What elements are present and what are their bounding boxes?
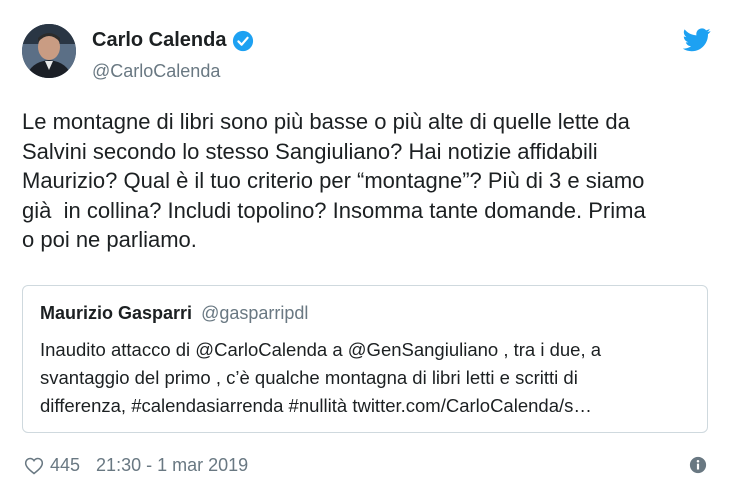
quoted-tweet[interactable]: Maurizio Gasparri @gasparripdl Inaudito …	[22, 285, 708, 433]
author-handle[interactable]: @CarloCalenda	[92, 61, 220, 82]
quoted-tweet-text: Inaudito attacco di @CarloCalenda a @Gen…	[40, 339, 602, 416]
avatar-photo	[22, 24, 76, 78]
tweet-text: Le montagne di libri sono più basse o pi…	[22, 109, 646, 253]
verified-badge-icon	[233, 30, 254, 51]
quoted-tweet-header: Maurizio Gasparri @gasparripdl	[40, 303, 308, 324]
twitter-bird-icon[interactable]	[683, 28, 711, 52]
quoted-author-handle: @gasparripdl	[201, 303, 309, 323]
author-name-row: Carlo Calenda	[92, 29, 254, 52]
like-count[interactable]: 445	[50, 455, 80, 476]
info-icon[interactable]	[689, 456, 707, 474]
timestamp[interactable]: 21:30 - 1 mar 2019	[96, 455, 248, 476]
heart-icon[interactable]	[24, 456, 44, 476]
tweet-footer: 445 21:30 - 1 mar 2019	[24, 455, 248, 476]
author-name[interactable]: Carlo Calenda	[92, 29, 226, 52]
avatar[interactable]	[22, 24, 76, 78]
quoted-author-name: Maurizio Gasparri	[40, 303, 193, 323]
